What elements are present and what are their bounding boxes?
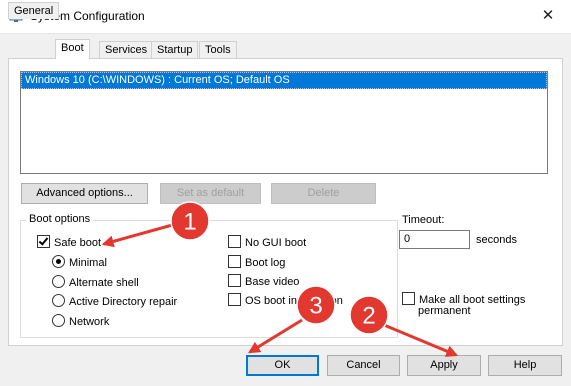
checkbox-icon xyxy=(228,255,241,268)
no-gui-boot-label: No GUI boot xyxy=(245,237,307,249)
boot-options-label: Boot options xyxy=(26,213,94,225)
cancel-button[interactable]: Cancel xyxy=(327,355,400,376)
advanced-options-button[interactable]: Advanced options... xyxy=(21,183,148,204)
minimal-radio[interactable]: Minimal xyxy=(52,255,107,270)
make-permanent-label-line2: permanent xyxy=(418,305,471,317)
tab-services[interactable]: Services xyxy=(99,41,154,58)
title-bar: System Configuration ✕ xyxy=(0,0,571,34)
tab-boot[interactable]: Boot xyxy=(55,39,90,59)
checkbox-icon xyxy=(228,293,241,306)
minimal-label: Minimal xyxy=(69,257,107,269)
checkbox-checked-icon xyxy=(37,235,50,248)
help-button[interactable]: Help xyxy=(488,355,562,376)
radio-icon xyxy=(52,314,65,327)
tab-tools[interactable]: Tools xyxy=(199,41,237,58)
ok-button[interactable]: OK xyxy=(246,355,319,376)
base-video-label: Base video xyxy=(245,276,300,288)
timeout-input[interactable]: 0 xyxy=(399,230,470,249)
os-list[interactable]: Windows 10 (C:\WINDOWS) : Current OS; De… xyxy=(20,71,548,174)
safe-boot-label: Safe boot xyxy=(54,237,102,249)
boot-log-checkbox[interactable]: Boot log xyxy=(228,255,285,270)
timeout-unit-label: seconds xyxy=(476,234,517,246)
network-radio[interactable]: Network xyxy=(52,314,109,329)
os-list-item[interactable]: Windows 10 (C:\WINDOWS) : Current OS; De… xyxy=(21,72,547,89)
checkbox-icon xyxy=(228,235,241,248)
radio-selected-icon xyxy=(52,255,65,268)
radio-icon xyxy=(52,294,65,307)
radio-icon xyxy=(52,275,65,288)
os-boot-information-checkbox[interactable]: OS boot information xyxy=(228,293,343,308)
checkbox-icon xyxy=(228,274,241,287)
os-boot-information-label: OS boot information xyxy=(245,295,343,307)
active-directory-repair-radio[interactable]: Active Directory repair xyxy=(52,294,177,309)
safe-boot-checkbox[interactable]: Safe boot xyxy=(37,235,101,250)
tab-startup[interactable]: Startup xyxy=(151,41,199,58)
network-label: Network xyxy=(69,316,110,328)
active-directory-repair-label: Active Directory repair xyxy=(69,296,178,308)
tab-general[interactable]: General xyxy=(8,2,60,19)
alternate-shell-radio[interactable]: Alternate shell xyxy=(52,275,139,290)
base-video-checkbox[interactable]: Base video xyxy=(228,274,299,289)
alternate-shell-label: Alternate shell xyxy=(69,277,139,289)
checkbox-icon xyxy=(402,292,415,305)
timeout-label: Timeout: xyxy=(402,214,445,226)
delete-button[interactable]: Delete xyxy=(271,183,376,204)
boot-log-label: Boot log xyxy=(245,257,286,269)
close-icon[interactable]: ✕ xyxy=(525,0,571,32)
set-as-default-button[interactable]: Set as default xyxy=(160,183,261,204)
apply-button[interactable]: Apply xyxy=(407,355,481,376)
no-gui-boot-checkbox[interactable]: No GUI boot xyxy=(228,235,306,250)
